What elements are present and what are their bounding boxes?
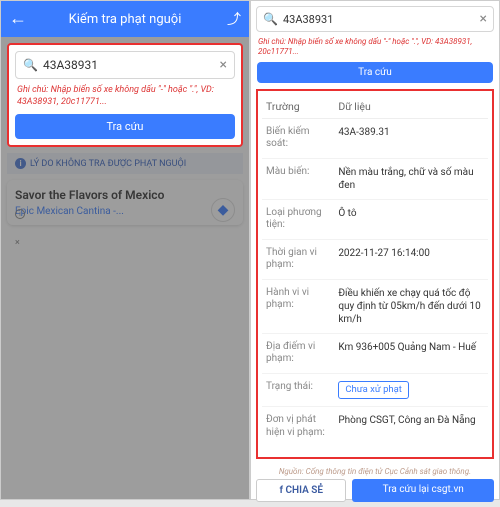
source-text: Nguồn: Cổng thông tin điện tử Cục Cảnh s… — [251, 464, 499, 479]
lookup-button[interactable]: Tra cứu — [15, 114, 235, 139]
clear-icon[interactable]: × — [480, 11, 487, 27]
table-row: Biến kiếm soát:43A-389.31 — [262, 119, 488, 159]
bottom-actions: f CHIA SẺ Tra cứu lại csgt.vn — [251, 479, 499, 507]
plate-input[interactable]: 43A38931 — [283, 13, 480, 26]
search-row: 🔍 × — [15, 51, 235, 79]
app-header: ← Kiếm tra phạt nguội ⤴ — [1, 1, 249, 37]
search-again-button[interactable]: Tra cứu lại csgt.vn — [352, 479, 494, 502]
hdr-data: Dữ liệu — [334, 95, 488, 118]
table-row: Màu biến:Nền màu trắng, chữ và số màu đe… — [262, 159, 488, 200]
clear-icon[interactable]: × — [220, 57, 227, 73]
lookup-button[interactable]: Tra cứu — [257, 62, 493, 83]
search-row: 🔍 43A38931 × — [256, 6, 494, 32]
hdr-field: Trường — [262, 95, 334, 118]
status-badge: Chưa xử phạt — [338, 381, 409, 399]
table-row: Thời gian vi phạm:2022-11-27 16:14:00 — [262, 240, 488, 280]
plate-input[interactable] — [43, 58, 220, 72]
table-row: Trạng thái:Chưa xử phạt — [262, 374, 488, 407]
input-note: Ghi chú: Nhập biển số xe không dấu "-" h… — [17, 85, 233, 108]
page-title: Kiếm tra phạt nguội — [29, 12, 221, 27]
table-row: Hành vi vi phạm:Điều khiến xe chạy quá t… — [262, 280, 488, 334]
share-fb-button[interactable]: f CHIA SẺ — [256, 479, 346, 502]
share-icon[interactable]: ⤴ — [221, 9, 241, 29]
input-note: Ghi chú: Nhập biển số xe không dấu "-" h… — [258, 37, 492, 58]
table-row: Địa điếm vi phạm:Km 936+005 Quảng Nam - … — [262, 334, 488, 374]
search-card: 🔍 × Ghi chú: Nhập biển số xe không dấu "… — [7, 43, 243, 147]
search-icon: 🔍 — [23, 58, 38, 72]
table-header: Trường Dữ liệu — [262, 95, 488, 119]
table-row: Đơn vị phát hiện vi phạm:Phòng CSGT, Côn… — [262, 407, 488, 446]
results-table: Trường Dữ liệu Biến kiếm soát:43A-389.31… — [256, 89, 494, 459]
table-row: Loại phương tiện:Ô tô — [262, 200, 488, 240]
back-icon[interactable]: ← — [9, 10, 29, 28]
search-icon: 🔍 — [263, 12, 278, 26]
